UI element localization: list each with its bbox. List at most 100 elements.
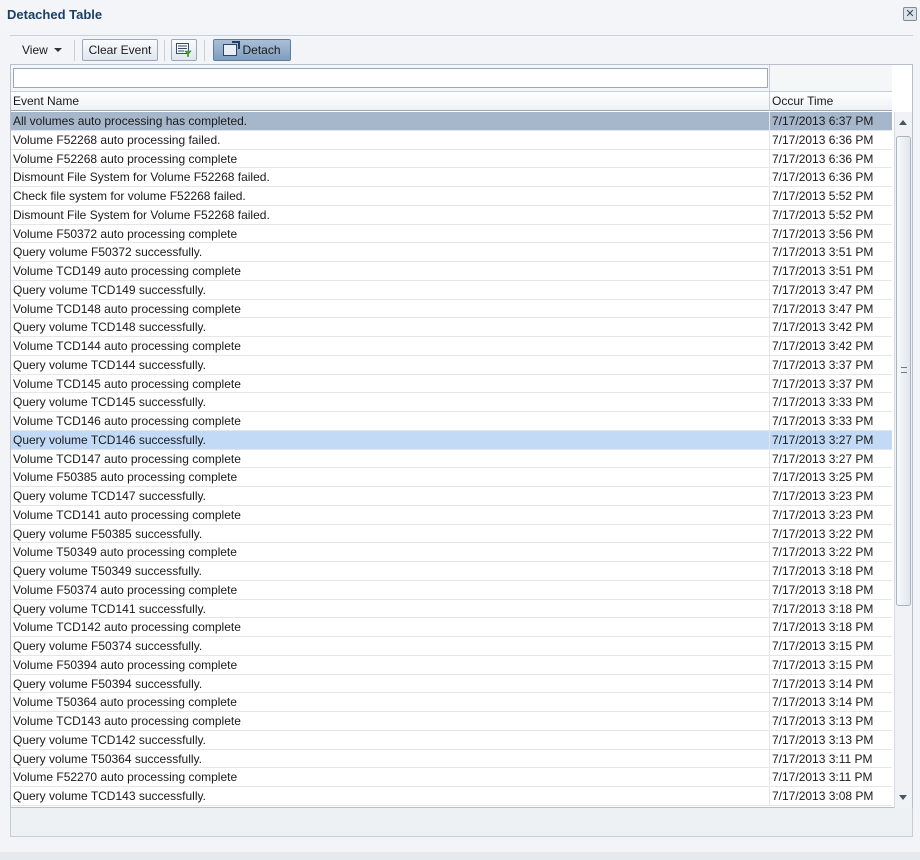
scrollbar-thumb[interactable] bbox=[896, 136, 911, 606]
occur-time-cell: 7/17/2013 3:27 PM bbox=[772, 432, 874, 447]
table-row[interactable]: Volume TCD148 auto processing complete 7/… bbox=[11, 299, 892, 319]
column-header-event-name[interactable]: Event Name bbox=[13, 94, 79, 108]
table-row[interactable]: Volume TCD143 auto processing complete 7/… bbox=[11, 712, 892, 731]
filter-row bbox=[11, 65, 892, 92]
table-row[interactable]: Volume F52270 auto processing complete 7/… bbox=[11, 768, 892, 787]
table-row[interactable]: Volume T50349 auto processing complete 7/… bbox=[11, 543, 892, 562]
table-row[interactable]: Query volume TCD143 successfully. 7/17/20… bbox=[11, 787, 892, 806]
table-row[interactable]: Query volume TCD146 successfully. 7/17/20… bbox=[11, 430, 892, 450]
table-row[interactable]: Volume T50364 auto processing complete 7/… bbox=[11, 693, 892, 712]
cell-divider bbox=[769, 262, 770, 280]
table-row[interactable]: Volume F50374 auto processing complete 7/… bbox=[11, 580, 892, 600]
chevron-down-icon bbox=[53, 48, 62, 52]
event-name-cell: Query volume TCD149 successfully. bbox=[13, 282, 206, 297]
table-row[interactable]: Query volume TCD145 successfully. 7/17/20… bbox=[11, 393, 892, 412]
event-name-cell: Query volume F50385 successfully. bbox=[13, 526, 203, 541]
cell-divider bbox=[769, 187, 770, 205]
occur-time-cell: 7/17/2013 3:33 PM bbox=[772, 395, 874, 410]
column-divider[interactable] bbox=[769, 92, 770, 111]
table-row[interactable]: Dismount File System for Volume F52268 f… bbox=[11, 168, 892, 187]
event-table: Event Name Occur Time All volumes auto p… bbox=[10, 64, 913, 808]
table-row[interactable]: Query volume F50374 successfully. 7/17/20… bbox=[11, 637, 892, 656]
occur-time-cell: 7/17/2013 3:23 PM bbox=[772, 489, 874, 503]
close-icon[interactable]: ✕ bbox=[903, 7, 917, 21]
event-name-cell: Volume TCD143 auto processing complete bbox=[13, 714, 241, 728]
event-name-cell: Check file system for volume F52268 fail… bbox=[13, 189, 246, 203]
table-row[interactable]: Volume F52268 auto processing complete 7/… bbox=[11, 149, 892, 169]
toolbar-separator bbox=[164, 40, 165, 61]
table-row[interactable]: Volume TCD145 auto processing complete 7/… bbox=[11, 374, 892, 394]
event-name-cell: Query volume TCD144 successfully. bbox=[13, 357, 206, 372]
cell-divider bbox=[769, 693, 770, 711]
table-row[interactable]: Query volume F50372 successfully. 7/17/20… bbox=[11, 243, 892, 262]
table-row[interactable]: Query volume T50349 successfully. 7/17/20… bbox=[11, 562, 892, 581]
occur-time-cell: 7/17/2013 3:15 PM bbox=[772, 639, 874, 653]
cell-divider bbox=[769, 787, 770, 805]
table-row[interactable]: Volume TCD144 auto processing complete 7/… bbox=[11, 337, 892, 356]
occur-time-cell: 7/17/2013 3:08 PM bbox=[772, 789, 874, 803]
event-name-cell: Volume T50364 auto processing complete bbox=[13, 695, 237, 710]
cell-divider bbox=[769, 674, 770, 693]
cell-divider bbox=[769, 130, 770, 149]
table-row[interactable]: Volume F50372 auto processing complete 7/… bbox=[11, 224, 892, 244]
cell-divider bbox=[769, 562, 770, 580]
cell-divider bbox=[769, 712, 770, 730]
toolbar: View Clear Event Detach bbox=[10, 37, 913, 64]
filter-button[interactable] bbox=[171, 39, 197, 61]
cell-divider bbox=[769, 637, 770, 655]
cell-divider bbox=[769, 299, 770, 318]
event-name-filter-input[interactable] bbox=[13, 68, 768, 88]
table-row[interactable]: Query volume TCD148 successfully. 7/17/20… bbox=[11, 318, 892, 337]
cell-divider bbox=[769, 599, 770, 618]
table-row[interactable]: All volumes auto processing has complete… bbox=[11, 112, 892, 131]
event-name-cell: All volumes auto processing has complete… bbox=[13, 114, 248, 128]
event-name-cell: Volume TCD146 auto processing complete bbox=[13, 414, 241, 428]
detach-label: Detach bbox=[242, 43, 281, 57]
table-row[interactable]: Volume TCD147 auto processing complete 7/… bbox=[11, 449, 892, 469]
clear-event-button[interactable]: Clear Event bbox=[82, 39, 158, 61]
column-divider bbox=[769, 65, 770, 92]
table-row[interactable]: Volume TCD142 auto processing complete 7/… bbox=[11, 618, 892, 637]
occur-time-cell: 7/17/2013 3:11 PM bbox=[772, 770, 873, 785]
event-name-cell: Volume F50394 auto processing complete bbox=[13, 657, 238, 672]
table-row[interactable]: Volume TCD149 auto processing complete 7/… bbox=[11, 262, 892, 281]
window-title: Detached Table bbox=[7, 7, 103, 22]
scroll-up-arrow-icon[interactable] bbox=[899, 120, 907, 125]
table-row[interactable]: Query volume TCD149 successfully. 7/17/20… bbox=[11, 280, 892, 300]
table-row[interactable]: Volume F50385 auto processing complete 7/… bbox=[11, 468, 892, 487]
cell-divider bbox=[769, 243, 770, 261]
event-name-cell: Query volume TCD147 successfully. bbox=[13, 489, 206, 503]
cell-divider bbox=[769, 524, 770, 543]
occur-time-cell: 7/17/2013 3:18 PM bbox=[772, 564, 874, 578]
table-row[interactable]: Query volume TCD141 successfully. 7/17/20… bbox=[11, 599, 892, 619]
cell-divider bbox=[769, 543, 770, 561]
table-row[interactable]: Query volume F50394 successfully. 7/17/20… bbox=[11, 674, 892, 694]
event-name-cell: Volume TCD144 auto processing complete bbox=[13, 339, 241, 353]
event-name-cell: Dismount File System for Volume F52268 f… bbox=[13, 170, 270, 185]
table-row[interactable]: Query volume TCD142 successfully. 7/17/20… bbox=[11, 730, 892, 750]
event-name-cell: Volume F50372 auto processing complete bbox=[13, 226, 238, 241]
cell-divider bbox=[769, 355, 770, 374]
table-row[interactable]: Volume TCD146 auto processing complete 7/… bbox=[11, 412, 892, 431]
event-name-cell: Volume F50385 auto processing complete bbox=[13, 470, 238, 485]
occur-time-cell: 7/17/2013 3:18 PM bbox=[772, 582, 874, 597]
table-row[interactable]: Check file system for volume F52268 fail… bbox=[11, 187, 892, 206]
table-row[interactable]: Dismount File System for Volume F52268 f… bbox=[11, 205, 892, 225]
cell-divider bbox=[769, 749, 770, 768]
table-row[interactable]: Query volume TCD144 successfully. 7/17/20… bbox=[11, 355, 892, 375]
view-menu-button[interactable]: View bbox=[16, 40, 68, 60]
cell-divider bbox=[769, 655, 770, 674]
table-row[interactable]: Query volume F50385 successfully. 7/17/20… bbox=[11, 524, 892, 544]
scroll-down-arrow-icon[interactable] bbox=[899, 795, 907, 800]
vertical-scrollbar[interactable] bbox=[894, 112, 912, 808]
occur-time-cell: 7/17/2013 3:15 PM bbox=[772, 657, 874, 672]
event-name-cell: Volume TCD149 auto processing complete bbox=[13, 264, 241, 278]
column-header-occur-time[interactable]: Occur Time bbox=[772, 94, 833, 108]
cell-divider bbox=[769, 168, 770, 186]
table-row[interactable]: Volume F50394 auto processing complete 7/… bbox=[11, 655, 892, 675]
detach-button[interactable]: Detach bbox=[213, 39, 291, 61]
table-row[interactable]: Volume TCD141 auto processing complete 7/… bbox=[11, 505, 892, 525]
table-row[interactable]: Query volume T50364 successfully. 7/17/20… bbox=[11, 749, 892, 769]
table-row[interactable]: Query volume TCD147 successfully. 7/17/20… bbox=[11, 487, 892, 506]
table-row[interactable]: Volume F52268 auto processing failed. 7/1… bbox=[11, 130, 892, 150]
